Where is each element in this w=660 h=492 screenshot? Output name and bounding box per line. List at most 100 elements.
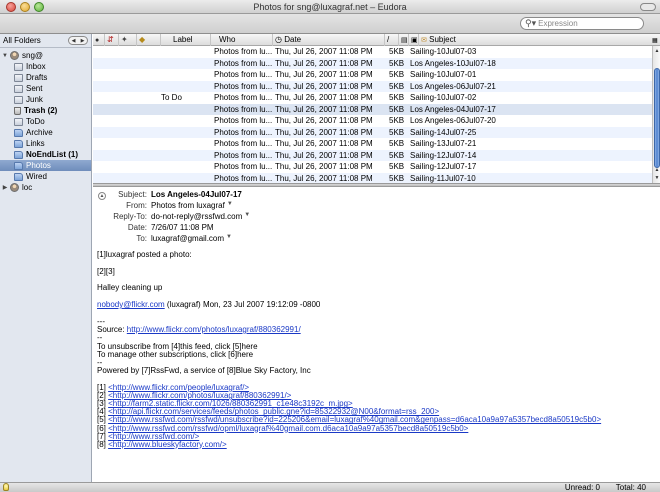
dropdown-arrow-icon[interactable]: ▼ (244, 212, 250, 223)
table-row[interactable]: Photos from lu... Thu, Jul 26, 2007 11:08… (93, 172, 660, 183)
close-window-button[interactable] (6, 2, 16, 12)
folder-nav-buttons[interactable]: ◀ ▶ (68, 36, 88, 45)
folder-item[interactable]: Photos (0, 160, 91, 171)
search-input[interactable] (538, 19, 629, 28)
person-icon (10, 51, 19, 60)
subject-icon: ✉ (421, 37, 427, 44)
column-attachment[interactable]: ✦ (119, 34, 137, 46)
table-row[interactable]: Photos from lu... Thu, Jul 26, 2007 11:08… (93, 161, 660, 173)
scrollbar-thumb[interactable] (654, 68, 660, 168)
folder-icon (14, 139, 23, 148)
row-size: 5KB (389, 150, 405, 160)
column-size[interactable]: ▤ (399, 34, 409, 46)
folder-item[interactable]: Sent (0, 83, 91, 94)
row-subject: Sailing-10Jul07-02 (410, 93, 477, 102)
reference-link-line: [8] <http://www.blueskyfactory.com/> (97, 440, 227, 450)
toolbar-toggle-button[interactable] (640, 3, 656, 11)
table-row[interactable]: Photos from lu... Thu, Jul 26, 2007 11:08… (93, 69, 660, 81)
row-date: Thu, Jul 26, 2007 11:08 PM (275, 116, 373, 125)
header-value[interactable]: luxagraf@gmail.com (151, 234, 224, 245)
header-value[interactable]: do-not-reply@rssfwd.com (151, 212, 242, 223)
row-date: Thu, Jul 26, 2007 11:08 PM (275, 139, 373, 148)
row-subject: Sailing-14Jul07-25 (410, 127, 477, 137)
table-row[interactable]: Photos from lu... Thu, Jul 26, 2007 11:08… (93, 57, 660, 69)
table-row[interactable]: To Do Photos from lu... Thu, Jul 26, 2007 … (93, 92, 660, 104)
column-chooser-button[interactable]: ▦ (652, 34, 660, 46)
mailbox-icon (14, 95, 23, 104)
table-row[interactable]: Photos from lu... Thu, Jul 26, 2007 11:08… (93, 138, 660, 150)
message-list-scrollbar[interactable]: ▲ ▲ ▼ (652, 46, 660, 183)
table-row[interactable]: Photos from lu... Thu, Jul 26, 2007 11:08… (93, 46, 660, 58)
body-powered: Powered by [7]RssFwd, a service of [8]Bl… (97, 366, 311, 375)
row-size: 5KB (389, 173, 405, 183)
status-bar: Unread: 0 Total: 40 (0, 482, 660, 492)
window-title: Photos for sng@luxagraf.net – Eudora (253, 2, 407, 12)
row-size: 5KB (389, 139, 405, 148)
folder-item[interactable]: NoEndList (1) (0, 149, 91, 160)
row-date: Thu, Jul 26, 2007 11:08 PM (275, 173, 373, 183)
folder-item[interactable]: Junk (0, 94, 91, 105)
disclosure-open-icon[interactable]: ▼ (2, 53, 8, 59)
row-date: Thu, Jul 26, 2007 11:08 PM (275, 81, 373, 91)
back-arrow-icon[interactable]: ◀ (72, 38, 76, 44)
column-label-tag[interactable]: ◆ (137, 34, 161, 46)
table-row[interactable]: Photos from lu... Thu, Jul 26, 2007 11:08… (93, 115, 660, 127)
table-row[interactable]: Photos from lu... Thu, Jul 26, 2007 11:08… (93, 103, 660, 115)
mailbox-icon (14, 73, 23, 82)
sender-email-link[interactable]: nobody@flickr.com (97, 300, 165, 309)
folder-item[interactable]: Wired (0, 171, 91, 182)
folder-item[interactable]: ToDo (0, 116, 91, 127)
folder-label: sng@ (22, 51, 44, 60)
dropdown-arrow-icon[interactable]: ▼ (226, 234, 232, 245)
folder-item[interactable]: Inbox (0, 61, 91, 72)
folder-item[interactable]: Trash (2) (0, 105, 91, 116)
folder-item[interactable]: ▼ sng@ (0, 50, 91, 61)
table-row[interactable]: Photos from lu... Thu, Jul 26, 2007 11:08… (93, 126, 660, 138)
table-row[interactable]: Photos from lu... Thu, Jul 26, 2007 11:08… (93, 80, 660, 92)
forward-arrow-icon[interactable]: ▶ (81, 38, 85, 44)
folder-icon (14, 161, 23, 170)
row-date: Thu, Jul 26, 2007 11:08 PM (275, 58, 373, 68)
folder-label: loc (22, 183, 33, 192)
scroll-up-arrow-icon-lower[interactable]: ▲ (654, 167, 660, 173)
zoom-window-button[interactable] (34, 2, 44, 12)
lightbulb-icon[interactable] (3, 483, 9, 491)
scroll-up-arrow-icon[interactable]: ▲ (654, 48, 660, 54)
header-value: Los Angeles-04Jul07-17 (151, 190, 242, 199)
mailbox-icon (14, 62, 23, 71)
source-link[interactable]: http://www.flickr.com/photos/luxagraf/88… (127, 325, 301, 334)
search-field[interactable]: ⚲▾ (520, 17, 644, 30)
disclosure-closed-icon[interactable]: ▶ (2, 184, 8, 191)
status-dot-icon: ● (95, 37, 100, 44)
toolbar: ⚲▾ (0, 14, 660, 34)
folder-item[interactable]: Drafts (0, 72, 91, 83)
row-subject: Sailing-13Jul07-21 (410, 139, 477, 148)
column-label[interactable]: Label (161, 34, 211, 46)
folder-item[interactable]: ▶ loc (0, 182, 91, 193)
trash-icon (14, 106, 21, 115)
row-size: 5KB (389, 104, 405, 114)
folder-item[interactable]: Links (0, 138, 91, 149)
reference-url-link[interactable]: <http://www.blueskyfactory.com/> (108, 440, 227, 449)
row-size: 5KB (389, 47, 405, 56)
column-priority[interactable]: ⇵ (105, 34, 119, 46)
column-subject[interactable]: ✉ Subject (419, 34, 652, 46)
column-subject-text: Subject (429, 35, 456, 44)
row-size: 5KB (389, 93, 405, 102)
header-label: To: (136, 234, 147, 243)
dropdown-arrow-icon[interactable]: ▼ (227, 201, 233, 212)
column-mood[interactable]: ▣ (409, 34, 419, 46)
column-size-sort[interactable]: / (385, 34, 399, 46)
folder-label: NoEndList (1) (26, 150, 78, 159)
folder-item[interactable]: Archive (0, 127, 91, 138)
column-unread[interactable]: ● (93, 34, 105, 46)
table-row[interactable]: Photos from lu... Thu, Jul 26, 2007 11:08… (93, 149, 660, 161)
folder-label: ToDo (26, 117, 45, 126)
column-date[interactable]: ◷ Date (273, 34, 385, 46)
column-who[interactable]: Who (211, 34, 273, 46)
scroll-down-arrow-icon[interactable]: ▼ (654, 175, 660, 181)
minimize-window-button[interactable] (20, 2, 30, 12)
header-value[interactable]: Photos from luxagraf (151, 201, 225, 212)
mood-icon: ▣ (411, 37, 418, 44)
search-icon[interactable]: ⚲▾ (525, 18, 536, 29)
